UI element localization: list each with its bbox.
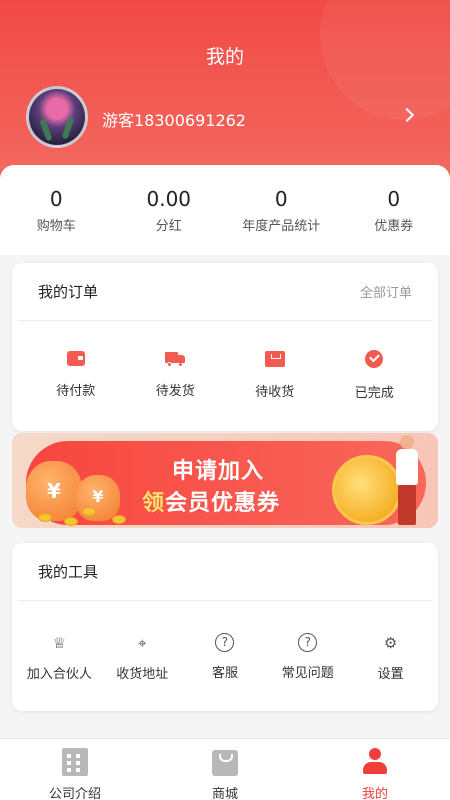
orders-card: 我的订单 全部订单 待付款 待发货 待收货 已完成 bbox=[12, 263, 438, 431]
banner-highlight: 领 bbox=[142, 491, 166, 516]
tool-label: 常见问题 bbox=[281, 666, 334, 681]
order-pending-shipment[interactable]: 待发货 bbox=[126, 321, 226, 401]
order-status-row: 待付款 待发货 待收货 已完成 bbox=[12, 321, 438, 401]
check-circle-icon bbox=[365, 350, 384, 368]
stat-label: 年度产品统计 bbox=[242, 219, 321, 234]
banner-line-2-rest: 会员优惠券 bbox=[165, 491, 281, 516]
stats-bar: 0 购物车 0.00 分红 0 年度产品统计 0 优惠券 bbox=[0, 165, 450, 255]
person-illustration bbox=[392, 435, 422, 527]
stat-label: 购物车 bbox=[36, 219, 76, 234]
tool-settings[interactable]: ⚙ 设置 bbox=[349, 601, 432, 682]
stat-value: 0 bbox=[49, 187, 63, 211]
package-icon bbox=[264, 351, 285, 367]
nav-label: 公司介绍 bbox=[48, 787, 101, 800]
nav-mine[interactable]: 我的 bbox=[300, 739, 450, 800]
tools-row: ♕ 加入合伙人 ⌖ 收货地址 ? 客服 ? 常见问题 ⚙ 设置 bbox=[12, 601, 438, 682]
stat-label: 分红 bbox=[155, 219, 182, 234]
all-orders-link[interactable]: 全部订单 bbox=[360, 282, 412, 301]
tool-faq[interactable]: ? 常见问题 bbox=[266, 601, 349, 682]
bottom-nav: 公司介绍 商城 我的 bbox=[0, 738, 450, 800]
money-bag-icon: ¥ bbox=[26, 461, 82, 521]
coin-icon bbox=[82, 507, 96, 516]
order-completed[interactable]: 已完成 bbox=[325, 321, 425, 401]
orders-card-header: 我的订单 全部订单 bbox=[18, 263, 432, 321]
tool-customer-service[interactable]: ? 客服 bbox=[184, 601, 267, 682]
tools-card-header: 我的工具 bbox=[18, 543, 432, 601]
tools-card: 我的工具 ♕ 加入合伙人 ⌖ 收货地址 ? 客服 ? 常见问题 ⚙ 设置 bbox=[12, 543, 438, 711]
stat-value: 0 bbox=[387, 187, 401, 211]
tool-label: 收货地址 bbox=[116, 667, 169, 682]
stat-annual-products[interactable]: 0 年度产品统计 bbox=[225, 165, 338, 255]
tool-label: 客服 bbox=[211, 666, 238, 681]
building-icon bbox=[62, 748, 88, 776]
coin-icon bbox=[64, 517, 78, 526]
order-status-label: 待发货 bbox=[155, 384, 195, 399]
order-status-label: 待付款 bbox=[56, 384, 96, 399]
wallet-icon bbox=[66, 351, 85, 366]
stat-value: 0.00 bbox=[146, 187, 192, 211]
question-icon: ? bbox=[298, 633, 318, 652]
tool-label: 设置 bbox=[377, 667, 404, 682]
truck-icon bbox=[165, 352, 186, 367]
order-pending-receipt[interactable]: 待收货 bbox=[225, 321, 325, 401]
orders-title: 我的订单 bbox=[38, 283, 99, 301]
location-icon: ⌖ bbox=[137, 634, 147, 652]
user-icon bbox=[363, 748, 387, 776]
nav-company-intro[interactable]: 公司介绍 bbox=[0, 739, 150, 800]
crown-icon: ♕ bbox=[52, 634, 67, 652]
coin-icon bbox=[112, 515, 126, 524]
banner-line-2: 领会员优惠券 bbox=[142, 485, 280, 517]
tools-title: 我的工具 bbox=[38, 563, 99, 581]
membership-coupon-banner[interactable]: ¥ ¥ 申请加入 领会员优惠券 bbox=[12, 433, 438, 528]
nav-label: 商城 bbox=[211, 787, 238, 800]
order-status-label: 已完成 bbox=[354, 386, 394, 401]
stat-dividend[interactable]: 0.00 分红 bbox=[113, 165, 226, 255]
stat-label: 优惠券 bbox=[374, 219, 414, 234]
order-status-label: 待收货 bbox=[255, 385, 295, 400]
order-pending-payment[interactable]: 待付款 bbox=[26, 321, 126, 401]
username[interactable]: 游客18300691262 bbox=[102, 107, 246, 131]
help-icon: ? bbox=[215, 633, 235, 652]
page-title: 我的 bbox=[205, 46, 244, 68]
tool-join-partner[interactable]: ♕ 加入合伙人 bbox=[18, 601, 101, 682]
tool-label: 加入合伙人 bbox=[26, 667, 92, 682]
nav-label: 我的 bbox=[361, 787, 388, 800]
avatar[interactable] bbox=[26, 86, 88, 148]
banner-line-1: 申请加入 bbox=[172, 459, 265, 484]
stat-value: 0 bbox=[274, 187, 288, 211]
stat-coupons[interactable]: 0 优惠券 bbox=[338, 165, 450, 255]
gear-icon: ⚙ bbox=[383, 634, 398, 652]
nav-mall[interactable]: 商城 bbox=[150, 739, 300, 800]
stat-cart[interactable]: 0 购物车 bbox=[0, 165, 113, 255]
shopping-bag-icon bbox=[212, 750, 238, 776]
tool-shipping-address[interactable]: ⌖ 收货地址 bbox=[101, 601, 184, 682]
coin-icon bbox=[38, 513, 52, 522]
